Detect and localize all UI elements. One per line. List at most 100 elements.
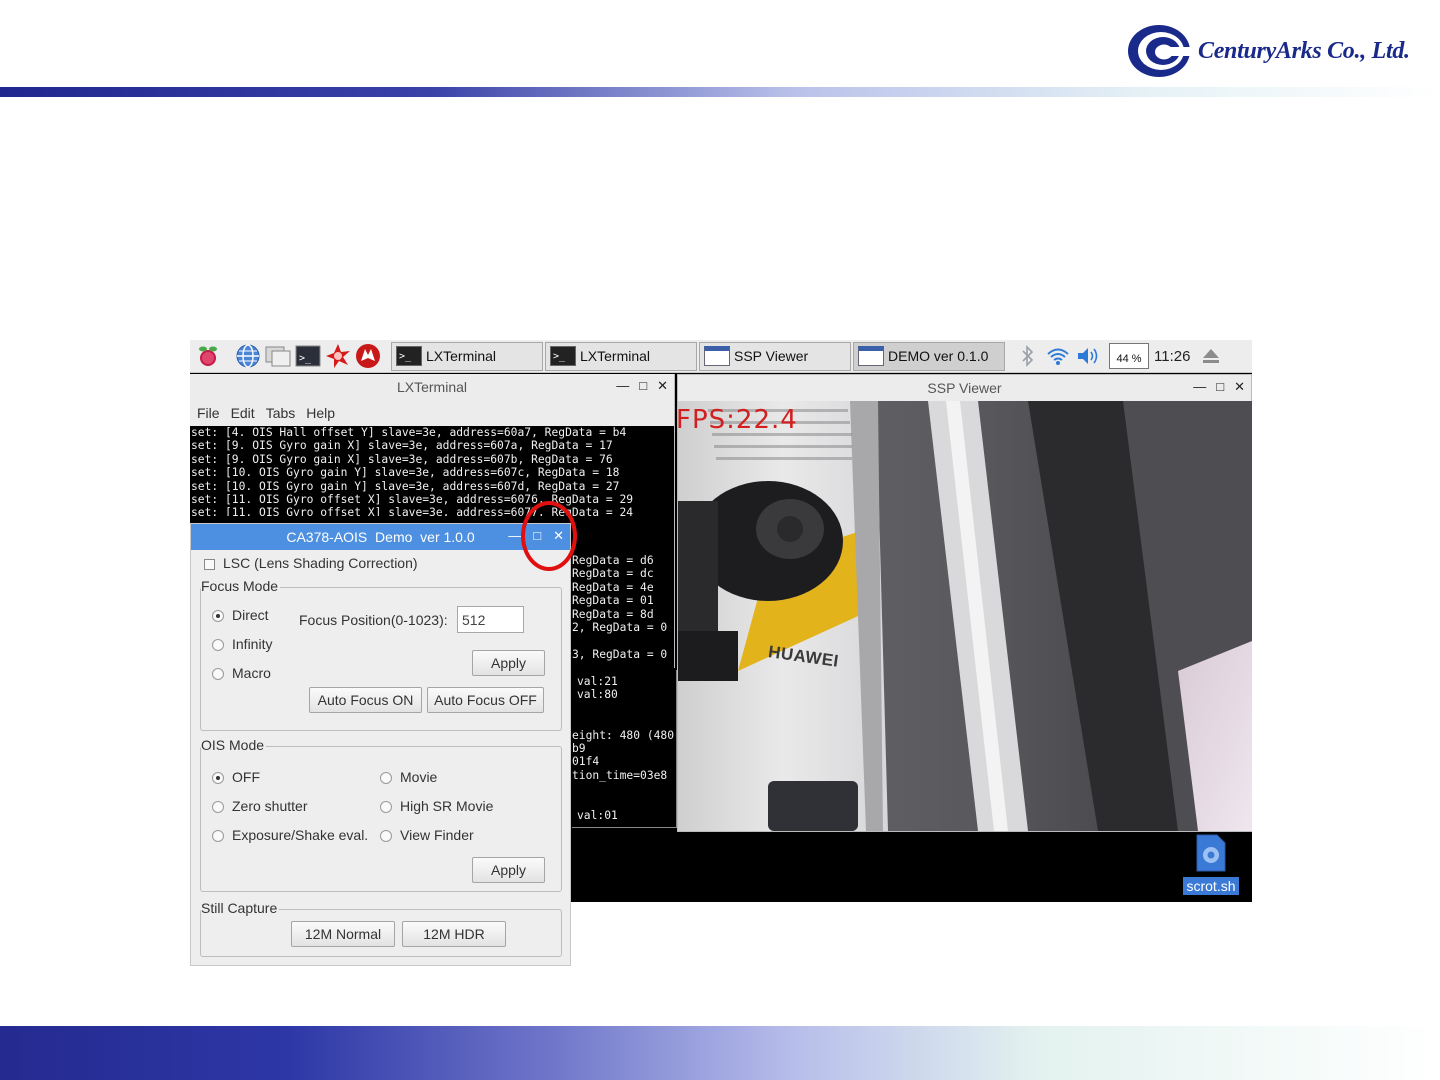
ois-apply-button[interactable]: Apply [472,857,545,883]
capture-12m-hdr-button[interactable]: 12M HDR [402,921,506,947]
radio-label: Macro [232,665,271,681]
minimize-icon[interactable]: — [1193,379,1206,395]
radio-label: OFF [232,769,260,785]
terminal-line: RegData = 01 [572,594,654,608]
volume-icon[interactable] [1073,342,1103,370]
terminal-line: set: [9. OIS Gyro gain X] slave=3e, addr… [191,452,613,466]
task-lxterminal-2[interactable]: >_ LXTerminal [545,341,697,371]
close-icon[interactable]: ✕ [657,378,668,394]
terminal-output-behind-dialog: RegData = d6 RegData = dc RegData = 4e R… [572,554,675,661]
terminal-line: set: [10. OIS Gyro gain Y] slave=3e, add… [191,466,620,480]
cpu-text: 44 % [1116,353,1142,365]
radio-label: Direct [232,607,269,623]
focus-radio-infinity[interactable]: Infinity [212,636,272,652]
focus-apply-button[interactable]: Apply [472,650,545,676]
ois-radio-view-finder[interactable]: View Finder [380,827,474,843]
minimize-icon[interactable]: — [616,378,629,394]
window-title: SSP Viewer [927,380,1002,396]
terminal-line: set: [11. OIS Gyro offset X] slave=3e, a… [191,493,634,507]
eject-icon[interactable] [1196,342,1226,370]
taskbar: >_ >_ LXTerminal >_ LXTerminal SSP Viewe… [190,340,1252,373]
bluetooth-icon[interactable] [1013,342,1043,370]
terminal-task-icon: >_ [550,346,576,366]
lsc-checkbox[interactable]: LSC (Lens Shading Correction) [204,555,418,571]
close-icon[interactable]: ✕ [1234,379,1245,395]
lxterminal-titlebar[interactable]: LXTerminal — □ ✕ [190,374,674,400]
lsc-label: LSC (Lens Shading Correction) [223,555,418,571]
radio-label: Movie [400,769,438,785]
terminal-line: RegData = 8d [572,607,654,621]
menu-tabs[interactable]: Tabs [266,405,296,421]
capture-12m-normal-button[interactable]: 12M Normal [291,921,395,947]
radio-dot[interactable] [380,830,392,843]
fps-overlay: FPS:22.4 [678,405,798,435]
wifi-icon[interactable] [1043,342,1073,370]
radio-dot[interactable] [212,830,224,843]
minimize-icon[interactable]: — [508,528,521,544]
dialog-title: CA378-AOIS Demo ver 1.0.0 [286,529,475,545]
radio-label: Zero shutter [232,798,308,814]
dialog-titlebar[interactable]: CA378-AOIS Demo ver 1.0.0 — □ ✕ [191,524,570,550]
terminal-task-icon: >_ [396,346,422,366]
ois-radio-movie[interactable]: Movie [380,769,437,785]
ssp-viewer-titlebar[interactable]: SSP Viewer — □ ✕ [678,375,1251,401]
footer-gradient-bar [0,1026,1440,1080]
file-manager-icon[interactable] [263,342,293,370]
header-gradient-bar [0,87,1440,97]
task-demo[interactable]: DEMO ver 0.1.0 [853,341,1005,371]
web-browser-icon[interactable] [233,342,263,370]
maximize-icon[interactable]: □ [639,378,647,394]
window-title: LXTerminal [396,379,468,395]
focus-mode-label: Focus Mode [201,578,281,594]
ssp-viewer-window: SSP Viewer — □ ✕ FPS:22.4 HUAWEI [677,374,1252,832]
auto-focus-off-button[interactable]: Auto Focus OFF [427,687,544,713]
focus-radio-direct[interactable]: Direct [212,607,269,623]
task-label: LXTerminal [426,348,497,364]
radio-dot[interactable] [212,610,224,623]
ois-radio-high-sr-movie[interactable]: High SR Movie [380,798,493,814]
clock[interactable]: 11:26 [1154,348,1190,365]
raspberry-menu-icon[interactable] [193,342,223,370]
desktop-file-scrot[interactable]: scrot.sh [1182,833,1240,899]
ois-mode-label: OIS Mode [201,737,267,753]
terminal-line: RegData = d6 [572,554,654,567]
terminal-line: RegData = dc [572,567,654,581]
radio-dot[interactable] [380,772,392,785]
focus-position-input[interactable]: 512 [457,606,524,633]
radio-dot[interactable] [380,801,392,814]
radio-dot[interactable] [212,801,224,814]
terminal-line: RegData = 4e [572,580,654,594]
focus-radio-macro[interactable]: Macro [212,665,271,681]
terminal-line: tion_time=03e8 [572,768,668,782]
menu-edit[interactable]: Edit [231,405,255,421]
task-ssp-viewer[interactable]: SSP Viewer [699,341,851,371]
ois-radio-exposure-shake[interactable]: Exposure/Shake eval. [212,827,368,843]
checkbox-box[interactable] [204,558,215,570]
cpu-monitor[interactable]: 44 % [1109,343,1149,369]
company-logo: CenturyArks Co., Ltd. [1126,22,1410,80]
radio-dot[interactable] [212,772,224,785]
focus-position-label: Focus Position(0-1023): [299,612,448,628]
camera-scene-image [678,401,1252,831]
terminal-line: 3, RegData = 0 [572,647,668,661]
maximize-icon[interactable]: □ [1216,379,1224,395]
terminal-2-window: val:21 val:80 eight: 480 (480 b9 01f4 ti… [572,670,677,828]
task-lxterminal-1[interactable]: >_ LXTerminal [391,341,543,371]
terminal-launcher-icon[interactable]: >_ [293,342,323,370]
math-kernel-icon[interactable] [323,342,353,370]
menu-help[interactable]: Help [306,405,335,421]
terminal-output[interactable]: set: [4. OIS Hall offset Y] slave=3e, ad… [190,426,674,516]
auto-focus-on-button[interactable]: Auto Focus ON [309,687,422,713]
radio-dot[interactable] [212,639,224,652]
radio-dot[interactable] [212,668,224,681]
ois-radio-zero-shutter[interactable]: Zero shutter [212,798,307,814]
task-label: LXTerminal [580,348,651,364]
ois-radio-off[interactable]: OFF [212,769,260,785]
wolfram-icon[interactable] [353,342,383,370]
menu-file[interactable]: File [197,405,220,421]
terminal-line: set: [11. OIS Gyro offset X] slave=3e, a… [191,506,634,516]
